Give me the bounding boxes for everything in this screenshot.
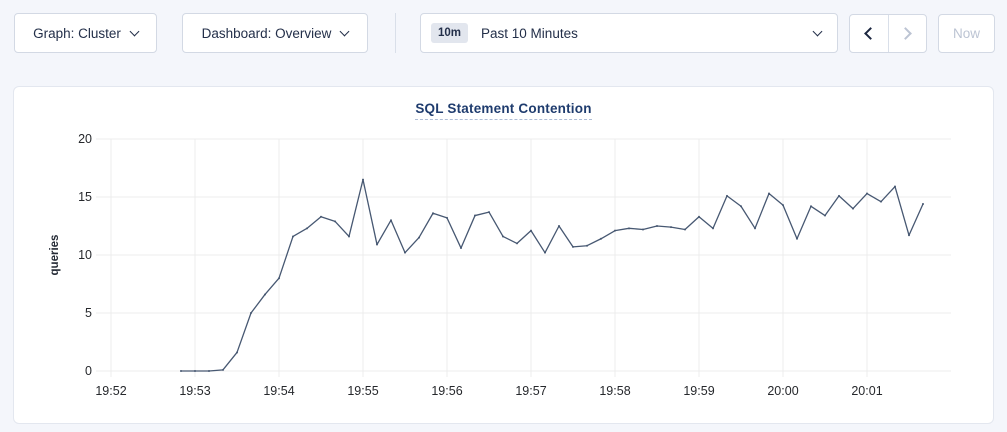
svg-text:20:01: 20:01 [851, 384, 882, 398]
svg-text:19:59: 19:59 [683, 384, 714, 398]
chevron-down-icon [129, 26, 139, 36]
chevron-down-icon [813, 26, 823, 36]
chart-title-row: SQL Statement Contention [14, 100, 993, 120]
toolbar-divider [395, 13, 396, 53]
chevron-down-icon [340, 26, 350, 36]
svg-text:19:55: 19:55 [347, 384, 378, 398]
svg-text:19:57: 19:57 [515, 384, 546, 398]
chevron-left-icon [864, 27, 877, 40]
sql-contention-chart[interactable]: 0 5 10 15 20 19:52 19:53 19:54 19:55 19:56 19:57 19… [14, 131, 994, 421]
svg-text:queries: queries [49, 235, 61, 276]
svg-text:5: 5 [85, 306, 92, 320]
svg-text:19:53: 19:53 [179, 384, 210, 398]
graph-scope-dropdown-label: Graph: Cluster [33, 26, 121, 41]
now-button[interactable]: Now [938, 14, 995, 53]
graph-scope-dropdown[interactable]: Graph: Cluster [14, 13, 157, 53]
chevron-right-icon [899, 27, 912, 40]
time-range-picker[interactable]: 10m Past 10 Minutes [420, 13, 838, 53]
dashboard-dropdown-label: Dashboard: Overview [202, 26, 332, 41]
svg-text:15: 15 [78, 190, 92, 204]
svg-text:19:54: 19:54 [263, 384, 294, 398]
time-shift-back-button[interactable] [850, 15, 888, 52]
time-range-label: Past 10 Minutes [481, 26, 578, 41]
time-shift-control [849, 14, 927, 53]
svg-text:20:00: 20:00 [767, 384, 798, 398]
svg-text:10: 10 [78, 248, 92, 262]
svg-text:19:52: 19:52 [95, 384, 126, 398]
svg-text:19:58: 19:58 [599, 384, 630, 398]
time-shift-forward-button[interactable] [888, 15, 927, 52]
dashboard-dropdown[interactable]: Dashboard: Overview [182, 13, 368, 53]
svg-text:0: 0 [85, 364, 92, 378]
chart-panel: SQL Statement Contention 0 5 10 15 20 19:52 19… [13, 86, 994, 424]
graph-toolbar: Graph: Cluster Dashboard: Overview 10m P… [0, 0, 1007, 68]
svg-text:19:56: 19:56 [431, 384, 462, 398]
chart-title[interactable]: SQL Statement Contention [415, 101, 591, 120]
svg-text:20: 20 [78, 132, 92, 146]
time-preset-badge: 10m [431, 23, 468, 43]
